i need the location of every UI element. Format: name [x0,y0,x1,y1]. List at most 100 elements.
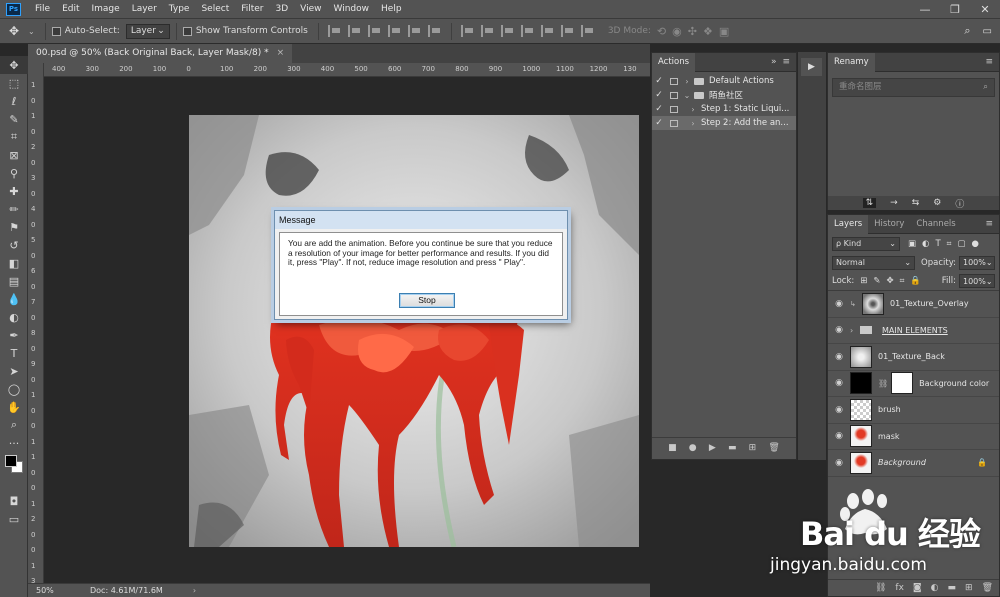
panel-menu-icon[interactable]: ≡ [985,219,993,229]
fx-icon[interactable]: fx [895,583,904,593]
menu-image[interactable]: Image [86,4,126,14]
delete-icon[interactable]: 🗑 [768,443,779,453]
layer-row-mask[interactable]: ◉ mask [828,424,999,450]
tab-layers[interactable]: Layers [828,214,869,234]
delete-layer-icon[interactable]: 🗑 [982,583,993,593]
move-tool-icon[interactable]: ✥ [0,24,28,38]
lasso-tool-icon[interactable]: ℓ [0,92,28,110]
layer-row-texture-overlay[interactable]: ◉ ↳ 01_Texture_Overlay [828,291,999,318]
record-icon[interactable]: ● [689,443,697,453]
expand-arrow-icon[interactable]: › [682,77,692,86]
filter-pixel-icon[interactable]: ▣ [908,239,916,249]
auto-align-icon[interactable] [580,25,595,37]
info-icon[interactable]: ⓘ [955,197,964,210]
filter-smart-icon[interactable]: ▢ [957,239,965,249]
shape-tool-icon[interactable]: ◯ [0,380,28,398]
dialog-toggle-icon[interactable] [670,105,678,113]
layer-row-background-color[interactable]: ◉ ⛓ Background color [828,371,999,397]
eyedropper-tool-icon[interactable]: ⚲ [0,164,28,182]
3d-orbit-icon[interactable]: ⟲ [657,25,666,38]
layer-row-background[interactable]: ◉ Background 🔒 [828,450,999,477]
play-panel-icon[interactable]: ▶ [801,58,822,76]
align-top-icon[interactable] [327,25,342,37]
zoom-tool-icon[interactable]: ⌕ [0,416,28,434]
artwork-image[interactable] [189,115,639,547]
rename-icon[interactable]: ⇅ [862,198,877,208]
menu-window[interactable]: Window [328,4,376,14]
frame-tool-icon[interactable]: ⊠ [0,146,28,164]
move-tool-icon[interactable]: ✥ [0,56,28,74]
chevron-down-icon[interactable]: ⌄ [28,27,35,36]
layer-row-main-elements[interactable]: ◉ › MAIN ELEMENTS [828,318,999,344]
action-row-default[interactable]: ✓ › Default Actions [652,74,796,88]
dodge-tool-icon[interactable]: ◐ [0,308,28,326]
document-tab[interactable]: 00.psd @ 50% (Back Original Back, Layer … [28,44,293,63]
show-transform-checkbox[interactable] [182,26,192,36]
3d-pan-icon[interactable]: ✣ [688,25,697,38]
more-tools-icon[interactable]: ··· [0,434,28,452]
lock-pixels-icon[interactable]: ✎ [873,276,880,286]
3d-slide-icon[interactable]: ❖ [703,25,713,38]
close-tab-icon[interactable]: × [277,48,285,58]
3d-roll-icon[interactable]: ◉ [672,25,682,38]
play-icon[interactable]: ▶ [709,443,716,453]
link-layers-icon[interactable]: ⛓ [875,583,886,593]
layer-row-texture-back[interactable]: ◉ 01_Texture_Back [828,344,999,371]
new-action-icon[interactable]: ⊞ [749,443,757,453]
visibility-eye-icon[interactable]: ◉ [828,431,850,441]
adjustment-layer-icon[interactable]: ◐ [931,583,939,593]
action-row-step2[interactable]: ✓ › Step 2: Add the an... [652,116,796,130]
distribute-bottom-icon[interactable] [500,25,515,37]
tab-history[interactable]: History [868,215,910,234]
layer-row-brush[interactable]: ◉ brush [828,397,999,424]
arrow-right-icon[interactable]: → [890,198,898,208]
link-icon[interactable]: ⛓ [878,379,888,388]
type-tool-icon[interactable]: T [0,344,28,362]
checkmark-icon[interactable]: ✓ [652,104,666,114]
dialog-toggle-icon[interactable] [670,91,678,99]
zoom-level[interactable]: 50% [28,586,80,595]
eraser-tool-icon[interactable]: ◧ [0,254,28,272]
filter-adjustment-icon[interactable]: ◐ [922,239,929,249]
quick-select-tool-icon[interactable]: ✎ [0,110,28,128]
healing-brush-icon[interactable]: ✚ [0,182,28,200]
lock-icon[interactable]: 🔒 [977,458,987,467]
tab-renamy[interactable]: Renamy [828,52,875,72]
visibility-eye-icon[interactable]: ◉ [828,299,850,309]
search-icon[interactable]: ⌕ [964,24,970,38]
menu-filter[interactable]: Filter [235,4,269,14]
add-mask-icon[interactable]: ◙ [913,583,922,593]
new-layer-icon[interactable]: ⊞ [965,583,973,593]
menu-3d[interactable]: 3D [270,4,295,14]
action-row-step1[interactable]: ✓ › Step 1: Static Liqui... [652,102,796,116]
blur-tool-icon[interactable]: 💧 [0,290,28,308]
blend-mode-dropdown[interactable]: Normal ⌄ [832,255,916,270]
panel-menu-icon[interactable]: ≡ [985,57,993,67]
align-right-icon[interactable] [427,25,442,37]
distribute-right-icon[interactable] [560,25,575,37]
pen-tool-icon[interactable]: ✒ [0,326,28,344]
dialog-toggle-icon[interactable] [670,119,678,127]
chevron-right-icon[interactable]: › [850,326,860,335]
menu-select[interactable]: Select [195,4,235,14]
lock-all-icon[interactable]: 🔒 [910,276,921,286]
visibility-eye-icon[interactable]: ◉ [828,378,850,388]
marquee-tool-icon[interactable]: ⬚ [0,74,28,92]
gradient-tool-icon[interactable]: ▤ [0,272,28,290]
menu-help[interactable]: Help [375,4,408,14]
menu-edit[interactable]: Edit [56,4,85,14]
align-left-icon[interactable] [387,25,402,37]
history-brush-icon[interactable]: ↺ [0,236,28,254]
chevron-right-icon[interactable]: › [193,586,196,595]
filter-type-icon[interactable]: T [935,239,940,249]
expand-arrow-icon[interactable]: › [688,105,698,114]
visibility-eye-icon[interactable]: ◉ [828,352,850,362]
checkmark-icon[interactable]: ✓ [652,76,666,86]
layer-mask-thumbnail[interactable] [891,372,914,395]
foreground-color-swatch[interactable] [5,455,17,467]
visibility-eye-icon[interactable]: ◉ [828,325,850,335]
settings-icon[interactable]: ⚙ [933,198,941,208]
stop-button[interactable]: Stop [399,293,455,308]
expand-arrow-icon[interactable]: ⌄ [682,91,692,100]
lock-position-icon[interactable]: ✥ [887,276,894,286]
